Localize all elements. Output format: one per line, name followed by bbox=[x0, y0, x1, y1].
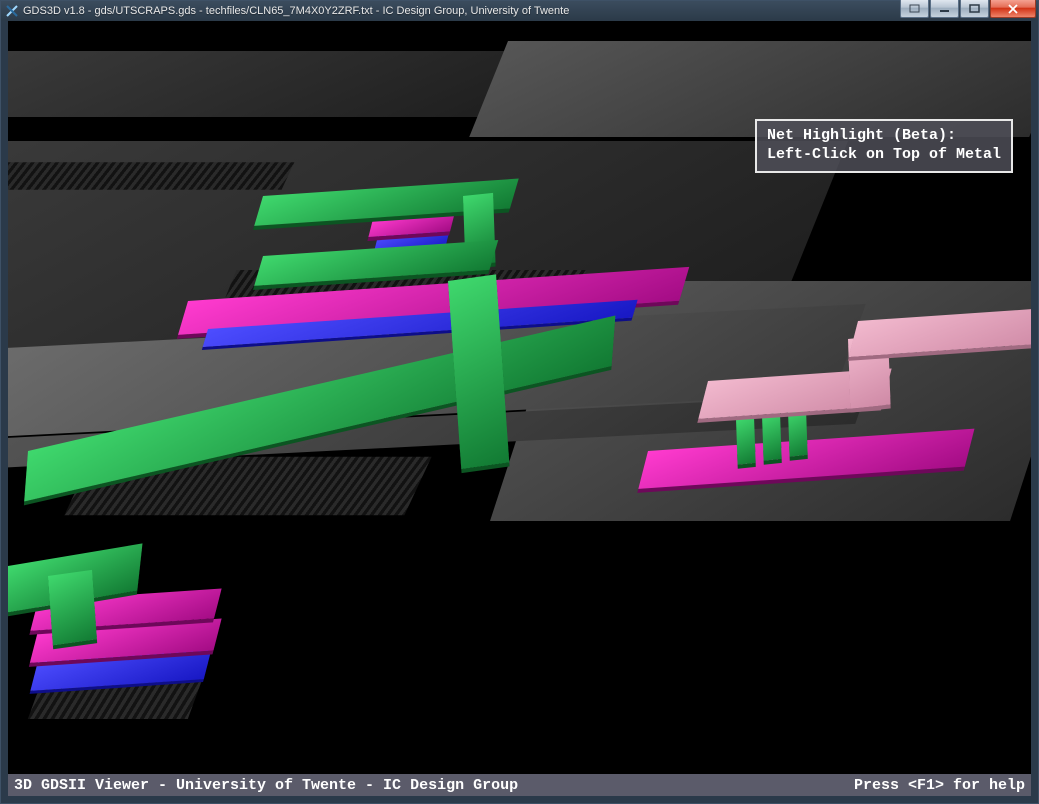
title-bar[interactable]: GDS3D v1.8 - gds/UTSCRAPS.gds - techfile… bbox=[1, 1, 1038, 21]
3d-viewport[interactable]: Net Highlight (Beta): Left-Click on Top … bbox=[8, 21, 1031, 774]
app-icon bbox=[5, 4, 19, 18]
status-right: Press <F1> for help bbox=[854, 777, 1025, 794]
minimize-blank-button[interactable] bbox=[900, 0, 929, 18]
hint-line-2: Left-Click on Top of Metal bbox=[767, 146, 1001, 165]
close-button[interactable] bbox=[990, 0, 1036, 18]
maximize-button[interactable] bbox=[960, 0, 989, 18]
status-left: 3D GDSII Viewer - University of Twente -… bbox=[14, 777, 518, 794]
client-area: Net Highlight (Beta): Left-Click on Top … bbox=[8, 21, 1031, 796]
app-window: GDS3D v1.8 - gds/UTSCRAPS.gds - techfile… bbox=[0, 0, 1039, 804]
minimize-button[interactable] bbox=[930, 0, 959, 18]
window-controls bbox=[899, 0, 1036, 18]
net-highlight-hint: Net Highlight (Beta): Left-Click on Top … bbox=[755, 119, 1013, 173]
status-bar: 3D GDSII Viewer - University of Twente -… bbox=[8, 774, 1031, 796]
window-title: GDS3D v1.8 - gds/UTSCRAPS.gds - techfile… bbox=[23, 5, 569, 17]
hint-line-1: Net Highlight (Beta): bbox=[767, 127, 1001, 146]
